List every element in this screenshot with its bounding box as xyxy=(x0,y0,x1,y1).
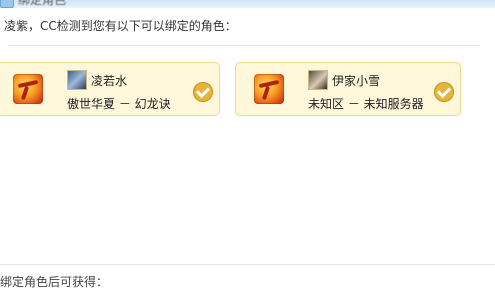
checkmark-icon[interactable] xyxy=(434,82,454,102)
game-logo-icon xyxy=(254,74,284,104)
app-window-icon xyxy=(0,0,14,8)
role-avatar xyxy=(308,70,328,90)
divider xyxy=(8,45,480,46)
role-avatar xyxy=(67,70,87,90)
window-title: 绑定角色 xyxy=(18,0,67,7)
divider xyxy=(0,264,495,265)
window-titlebar: 绑定角色 xyxy=(0,0,495,8)
role-name: 伊家小雪 xyxy=(332,74,381,88)
role-card[interactable]: 伊家小雪 未知区 － 未知服务器 xyxy=(235,62,461,116)
bind-prompt-text: 凌紫，CC检测到您有以下可以绑定的角色： xyxy=(4,19,237,33)
bind-benefit-text: 绑定角色后可获得： xyxy=(0,275,109,289)
game-logo-icon xyxy=(13,74,43,104)
role-card[interactable]: 凌若水 傲世华夏 － 幻龙诀 xyxy=(0,62,220,116)
role-server: 未知区 － 未知服务器 xyxy=(308,97,424,111)
role-name: 凌若水 xyxy=(91,74,128,88)
checkmark-icon[interactable] xyxy=(193,82,213,102)
role-server: 傲世华夏 － 幻龙诀 xyxy=(67,97,171,111)
